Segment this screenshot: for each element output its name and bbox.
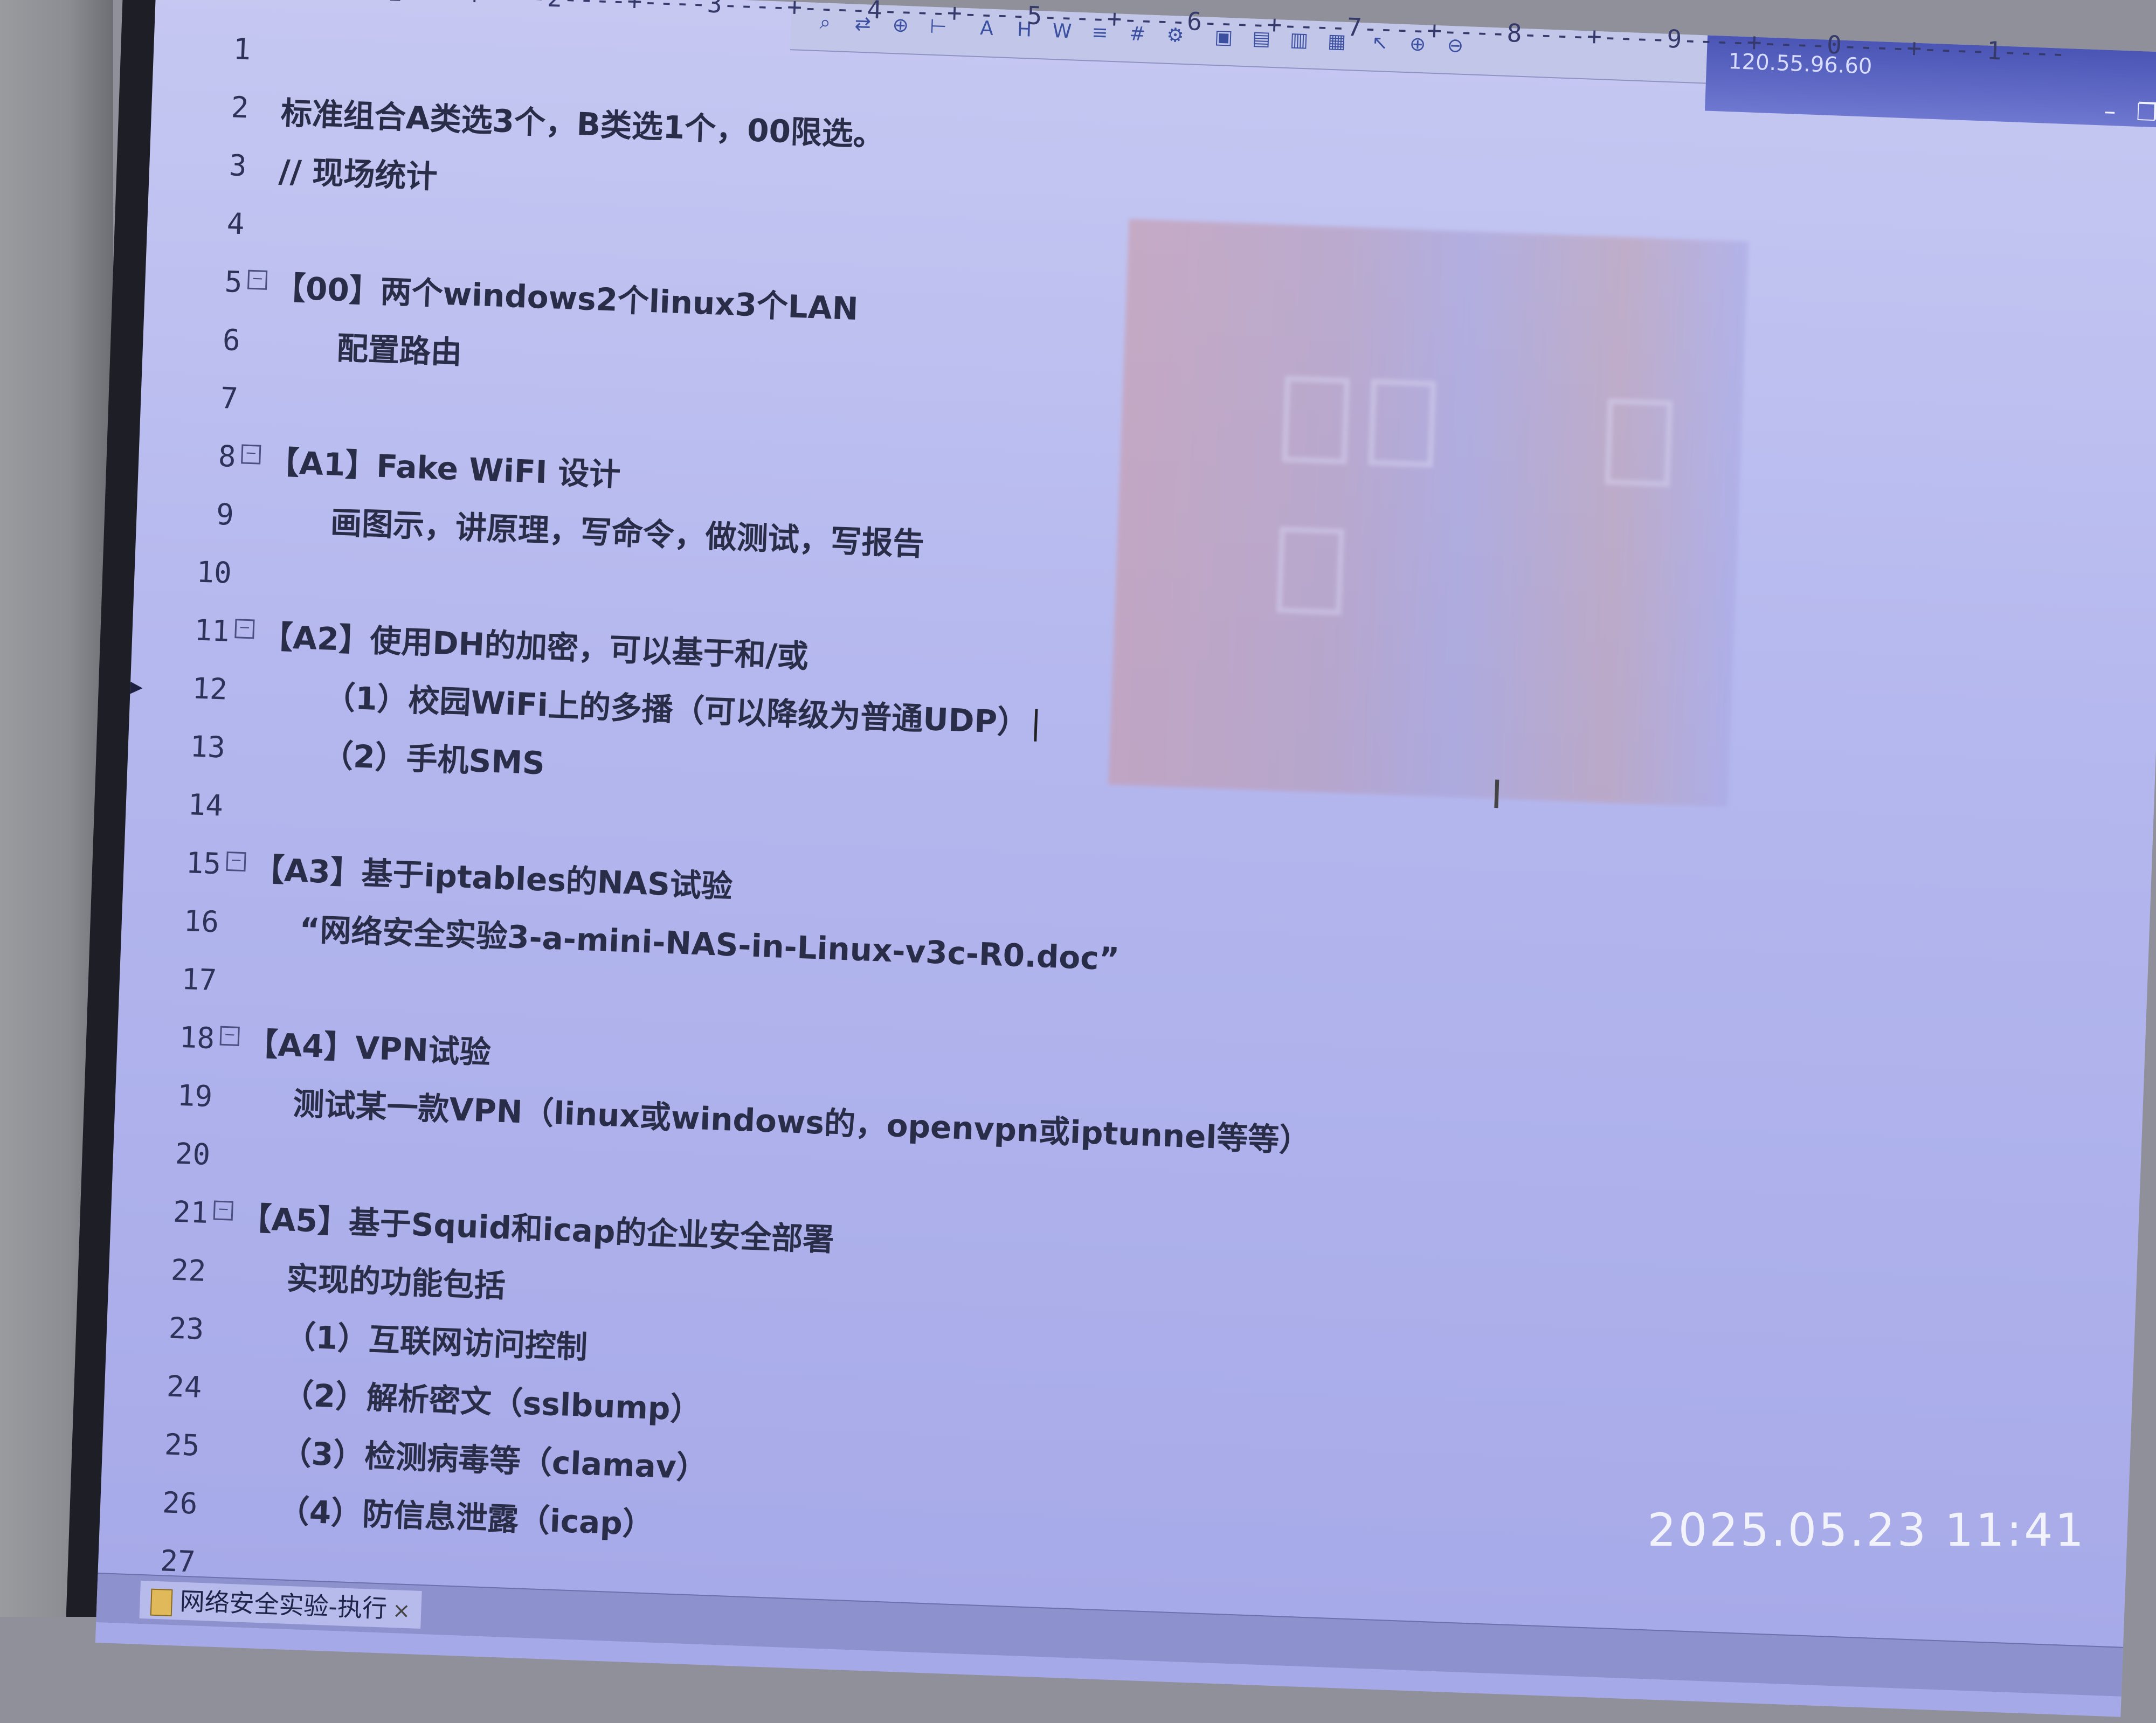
document-tab-label: 网络安全实验-执行: [179, 1586, 388, 1623]
line-number: 6: [222, 322, 241, 358]
line-text: 【A1】Fake WiFI 设计: [267, 444, 621, 494]
text-editor[interactable]: 1 2 标准组合A类选3个，B类选1个，00限选。 3// 现场统计 4 5− 【0…: [119, 22, 2115, 1664]
line-number: 21: [172, 1194, 209, 1230]
line-text: 实现的功能包括: [286, 1260, 506, 1305]
fold-toggle-icon[interactable]: −: [241, 444, 261, 465]
line-number: 18: [178, 1020, 216, 1056]
fold-toggle-icon[interactable]: −: [247, 269, 268, 290]
mouse-ibeam-cursor-icon: I: [1490, 771, 1503, 818]
line-number: 13: [189, 729, 226, 765]
line-number: 24: [166, 1369, 203, 1404]
line-text: // 现场统计: [278, 153, 438, 196]
fold-toggle-icon[interactable]: −: [226, 851, 246, 872]
line-number: 7: [219, 380, 239, 416]
line-number: 8: [217, 439, 237, 474]
line-number: 14: [187, 787, 224, 823]
line-number: 15: [185, 846, 222, 881]
current-line-arrow-icon: ▸: [129, 671, 143, 701]
line-number: 3: [228, 148, 247, 183]
line-number: 23: [168, 1311, 205, 1346]
fold-toggle-icon[interactable]: −: [234, 619, 255, 639]
line-number: 9: [215, 497, 234, 532]
photo-timestamp: 2025.05.23 11:41: [1647, 1504, 2086, 1556]
line-text: （4）防信息泄露（icap）: [277, 1492, 655, 1543]
line-number: 1: [232, 32, 252, 67]
line-number: 20: [174, 1136, 211, 1172]
line-number: 25: [164, 1427, 201, 1463]
text-caret: [1034, 709, 1038, 742]
fold-toggle-icon[interactable]: −: [213, 1200, 233, 1221]
document-tab[interactable]: 网络安全实验-执行 ×: [139, 1580, 422, 1629]
line-text: （2）手机SMS: [321, 737, 545, 782]
line-number: 26: [162, 1485, 198, 1521]
line-number: 22: [170, 1253, 207, 1288]
tab-close-icon[interactable]: ×: [392, 1598, 411, 1623]
line-text: （1）互联网访问控制: [284, 1318, 589, 1366]
line-text: 配置路由: [336, 329, 463, 371]
editor-window: ⌕ ⇄ ⊕ ⊢ A H W ≡ # ⚙ ▣ ▤ ▥ ▦ ↖ ⊕ ⊖ 120.55…: [95, 0, 2156, 1717]
line-number: 16: [183, 904, 220, 939]
restore-button[interactable]: ❐: [2136, 99, 2156, 127]
line-number: 11: [194, 613, 230, 648]
line-number: 10: [196, 555, 232, 590]
fold-toggle-icon[interactable]: −: [219, 1026, 240, 1046]
line-number: 12: [191, 671, 228, 707]
line-number: 17: [181, 961, 218, 998]
document-icon: [150, 1588, 173, 1616]
line-number: 5: [224, 265, 243, 300]
line-number: 19: [176, 1078, 213, 1114]
line-number: 2: [230, 90, 250, 125]
line-text: 【A4】VPN试验: [246, 1025, 492, 1071]
line-number: 4: [226, 206, 245, 241]
